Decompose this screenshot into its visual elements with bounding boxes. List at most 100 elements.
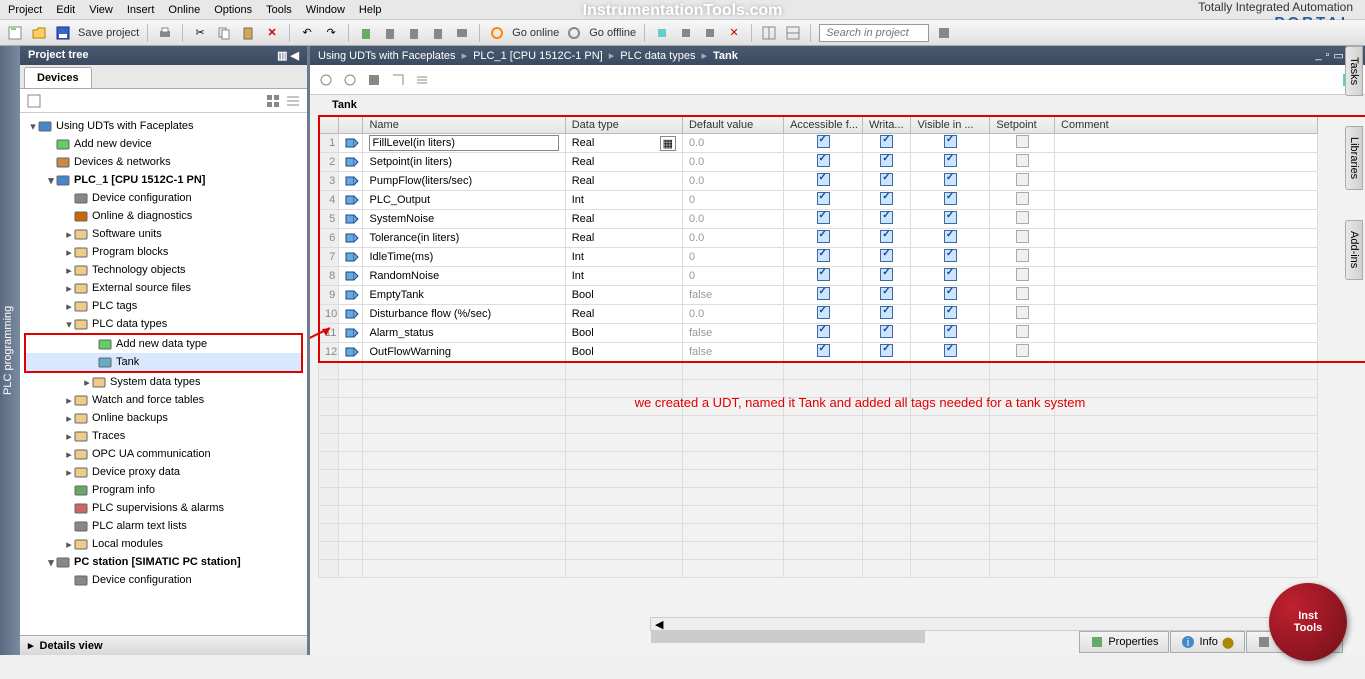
print-icon[interactable] <box>156 24 174 42</box>
tree-node-21[interactable]: PLC supervisions & alarms <box>20 499 307 517</box>
cell-type[interactable]: Real <box>565 153 682 172</box>
checkbox[interactable] <box>817 192 830 205</box>
go-online-icon[interactable] <box>488 24 506 42</box>
tree-node-11[interactable]: ▾PLC data types <box>20 315 307 333</box>
checkbox[interactable] <box>1016 211 1029 224</box>
tree-node-22[interactable]: PLC alarm text lists <box>20 517 307 535</box>
table-row[interactable]: 4 PLC_Output Int 0 <box>319 191 1318 210</box>
checkbox[interactable] <box>880 211 893 224</box>
cell-comment[interactable] <box>1055 248 1318 267</box>
window-restore-icon[interactable]: ▫ <box>1325 49 1329 62</box>
tree-node-13[interactable]: Tank <box>26 353 301 371</box>
checkbox[interactable] <box>1016 192 1029 205</box>
checkbox[interactable] <box>1016 287 1029 300</box>
col-8[interactable]: Setpoint <box>990 116 1055 134</box>
table-row[interactable]: 3 PumpFlow(liters/sec) Real 0.0 <box>319 172 1318 191</box>
menu-online[interactable]: Online <box>168 4 200 16</box>
cell-type[interactable]: Bool <box>565 286 682 305</box>
tree-node-15[interactable]: ▸Watch and force tables <box>20 391 307 409</box>
accessible-devices-icon[interactable] <box>653 24 671 42</box>
cell-type[interactable]: Real <box>565 305 682 324</box>
checkbox[interactable] <box>944 192 957 205</box>
cell-default[interactable]: 0 <box>682 191 783 210</box>
cell-default[interactable]: false <box>682 343 783 362</box>
horizontal-scrollbar[interactable]: ◀ <box>650 617 1337 631</box>
crumb-0[interactable]: Using UDTs with Faceplates <box>318 50 456 62</box>
cell-name[interactable]: Tolerance(in liters) <box>363 229 565 248</box>
side-tab-libraries[interactable]: Libraries <box>1345 126 1363 190</box>
window-max-icon[interactable]: ▭ <box>1333 49 1343 62</box>
table-row[interactable]: 8 RandomNoise Int 0 <box>319 267 1318 286</box>
save-icon[interactable] <box>54 24 72 42</box>
sim-icon[interactable] <box>429 24 447 42</box>
table-row[interactable]: 9 EmptyTank Bool false <box>319 286 1318 305</box>
cell-name[interactable]: RandomNoise <box>363 267 565 286</box>
checkbox[interactable] <box>944 135 957 148</box>
download-icon[interactable] <box>357 24 375 42</box>
checkbox[interactable] <box>880 230 893 243</box>
menu-project[interactable]: Project <box>8 4 42 16</box>
copy-icon[interactable] <box>215 24 233 42</box>
cell-comment[interactable] <box>1055 210 1318 229</box>
checkbox[interactable] <box>944 325 957 338</box>
go-online-label[interactable]: Go online <box>512 27 559 39</box>
checkbox[interactable] <box>817 325 830 338</box>
crumb-3[interactable]: Tank <box>713 50 738 62</box>
checkbox[interactable] <box>1016 344 1029 357</box>
cell-type[interactable]: Real <box>565 229 682 248</box>
checkbox[interactable] <box>944 154 957 167</box>
tab-properties[interactable]: Properties <box>1079 631 1169 653</box>
tree-node-6[interactable]: ▸Software units <box>20 225 307 243</box>
table-row[interactable]: 1 FillLevel(in liters) Real▦ 0.0 <box>319 134 1318 153</box>
tree-node-4[interactable]: Device configuration <box>20 189 307 207</box>
menu-view[interactable]: View <box>89 4 113 16</box>
tree-node-23[interactable]: ▸Local modules <box>20 535 307 553</box>
checkbox[interactable] <box>817 306 830 319</box>
checkbox[interactable] <box>817 268 830 281</box>
checkbox[interactable] <box>817 230 830 243</box>
checkbox[interactable] <box>880 135 893 148</box>
checkbox[interactable] <box>944 249 957 262</box>
menu-window[interactable]: Window <box>306 4 345 16</box>
tree-node-24[interactable]: ▾PC station [SIMATIC PC station] <box>20 553 307 571</box>
checkbox[interactable] <box>880 306 893 319</box>
checkbox[interactable] <box>944 173 957 186</box>
tree-node-12[interactable]: Add new data type <box>26 335 301 353</box>
cell-comment[interactable] <box>1055 343 1318 362</box>
checkbox[interactable] <box>944 306 957 319</box>
tree-node-18[interactable]: ▸OPC UA communication <box>20 445 307 463</box>
tree-node-7[interactable]: ▸Program blocks <box>20 243 307 261</box>
checkbox[interactable] <box>880 287 893 300</box>
redo-icon[interactable]: ↷ <box>322 24 340 42</box>
cell-comment[interactable] <box>1055 134 1318 153</box>
checkbox[interactable] <box>944 230 957 243</box>
table-row[interactable]: 6 Tolerance(in liters) Real 0.0 <box>319 229 1318 248</box>
col-2[interactable]: Name <box>363 116 565 134</box>
tree-node-17[interactable]: ▸Traces <box>20 427 307 445</box>
project-tree[interactable]: ▾Using UDTs with FaceplatesAdd new devic… <box>20 113 307 635</box>
cell-name[interactable]: SystemNoise <box>363 210 565 229</box>
checkbox[interactable] <box>880 154 893 167</box>
tab-info[interactable]: i Info ⬤ <box>1170 631 1245 653</box>
col-6[interactable]: Writa... <box>862 116 911 134</box>
cell-type[interactable]: Int <box>565 267 682 286</box>
tree-node-9[interactable]: ▸External source files <box>20 279 307 297</box>
cell-name[interactable]: Disturbance flow (%/sec) <box>363 305 565 324</box>
cross-ref-icon[interactable]: ✕ <box>725 24 743 42</box>
col-4[interactable]: Default value <box>682 116 783 134</box>
col-3[interactable]: Data type <box>565 116 682 134</box>
delete-icon[interactable]: ✕ <box>263 24 281 42</box>
split-h-icon[interactable] <box>760 24 778 42</box>
cell-default[interactable]: 0.0 <box>682 172 783 191</box>
checkbox[interactable] <box>1016 325 1029 338</box>
window-min-icon[interactable]: _ <box>1315 49 1321 62</box>
checkbox[interactable] <box>880 192 893 205</box>
cell-comment[interactable] <box>1055 229 1318 248</box>
cell-default[interactable]: 0 <box>682 248 783 267</box>
cell-type[interactable]: Bool <box>565 324 682 343</box>
tree-node-0[interactable]: ▾Using UDTs with Faceplates <box>20 117 307 135</box>
menu-help[interactable]: Help <box>359 4 382 16</box>
upload-icon[interactable] <box>381 24 399 42</box>
cell-default[interactable]: 0.0 <box>682 210 783 229</box>
editor-tool-4-icon[interactable] <box>390 72 406 88</box>
